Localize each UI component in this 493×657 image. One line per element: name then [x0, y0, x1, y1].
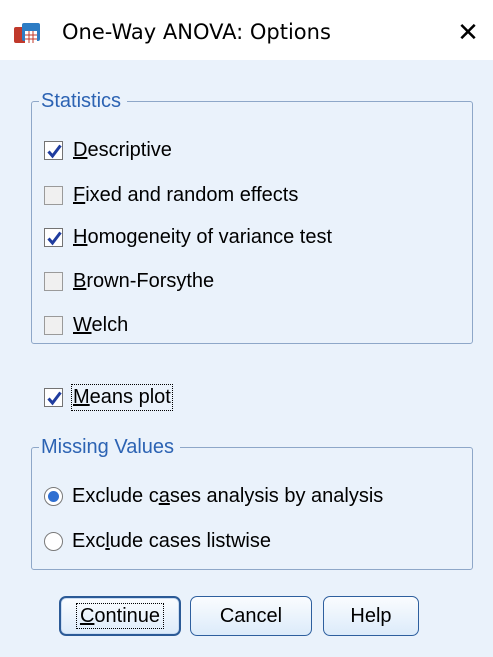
exclude-listwise-label: Exclude cases listwise — [72, 529, 271, 552]
close-button[interactable]: ✕ — [448, 14, 488, 52]
checkbox-unchecked[interactable] — [44, 271, 63, 291]
exclude-analysis-label: Exclude cases analysis by analysis — [72, 484, 384, 507]
descriptive-label: Descriptive — [73, 138, 172, 161]
welch-label: Welch — [73, 313, 129, 336]
exclude-analysis-by-analysis-radio[interactable]: Exclude cases analysis by analysis — [44, 481, 383, 511]
checkbox-unchecked[interactable] — [44, 185, 63, 205]
help-button[interactable]: Help — [323, 596, 419, 636]
continue-label: Continue — [75, 603, 165, 629]
cancel-button[interactable]: Cancel — [190, 596, 312, 636]
exclude-listwise-radio[interactable]: Exclude cases listwise — [44, 526, 271, 556]
brown-forsythe-checkbox[interactable]: Brown-Forsythe — [44, 266, 214, 296]
radio-selected[interactable] — [44, 486, 63, 506]
checkbox-checked[interactable] — [44, 227, 63, 247]
window-title: One-Way ANOVA: Options — [62, 20, 331, 44]
close-icon: ✕ — [457, 18, 479, 48]
missing-values-legend: Missing Values — [41, 436, 175, 458]
homogeneity-label: Homogeneity of variance test — [73, 225, 333, 248]
fixed-random-effects-checkbox[interactable]: Fixed and random effects — [44, 180, 298, 210]
radio-dot — [48, 490, 59, 502]
homogeneity-checkbox[interactable]: Homogeneity of variance test — [44, 222, 332, 252]
checkbox-checked[interactable] — [44, 140, 63, 160]
radio-unselected[interactable] — [44, 531, 63, 551]
spss-app-icon — [13, 22, 41, 46]
fixed-random-effects-label: Fixed and random effects — [73, 183, 299, 206]
continue-button[interactable]: Continue — [59, 596, 181, 636]
statistics-legend: Statistics — [41, 90, 122, 112]
dialog-body: Statistics Descriptive Fixed and random … — [0, 60, 493, 657]
welch-checkbox[interactable]: Welch — [44, 310, 128, 340]
means-plot-label: Means plot — [71, 383, 173, 411]
checkbox-checked[interactable] — [44, 387, 63, 407]
brown-forsythe-label: Brown-Forsythe — [73, 269, 215, 292]
title-bar: One-Way ANOVA: Options ✕ — [0, 0, 493, 60]
means-plot-checkbox[interactable]: Means plot — [44, 382, 173, 412]
checkbox-unchecked[interactable] — [44, 315, 63, 335]
statistics-group: Statistics — [31, 90, 473, 344]
descriptive-checkbox[interactable]: Descriptive — [44, 135, 172, 165]
